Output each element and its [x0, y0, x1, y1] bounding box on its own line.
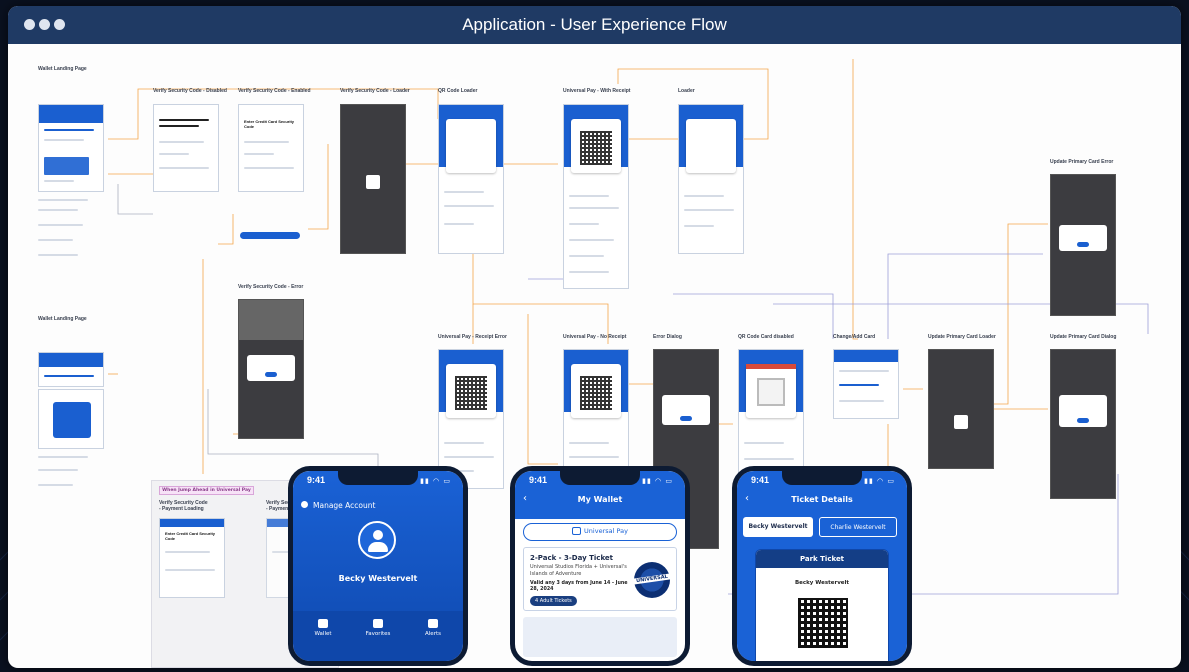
tab-guest-2[interactable]: Charlie Westervelt: [819, 517, 897, 537]
label-verify-error: Verify Security Code - Error: [238, 284, 304, 290]
tab-wallet[interactable]: Wallet: [303, 619, 343, 637]
user-name: Becky Westervelt: [338, 574, 418, 583]
tab-guest-1[interactable]: Becky Westervelt: [743, 517, 813, 537]
label-update-primary-loader: Update Primary Card Loader: [928, 334, 996, 340]
ticket-card[interactable]: 2-Pack - 3-Day Ticket Universal Studios …: [523, 547, 677, 611]
park-ticket-header: Park Ticket: [756, 550, 888, 568]
status-icons: ▮▮ ◠ ▭: [864, 477, 895, 485]
phone-ticket-details: 9:41 ▮▮ ◠ ▭ ‹ Ticket Details Becky Weste…: [732, 466, 912, 666]
status-time: 9:41: [307, 475, 326, 485]
gear-icon[interactable]: [301, 501, 308, 508]
label-verify-payment-loading-1: Verify Security Code - Payment Loading: [159, 500, 208, 512]
ticket-validity: Valid any 3 days from June 14 - June 28,…: [530, 581, 628, 593]
phone-profile: 9:41 ▮▮ ◠ ▭ Manage Account Becky Westerv…: [288, 466, 468, 666]
tab-bar: Wallet Favorites Alerts: [293, 611, 463, 661]
ticket-holder-name: Becky Westervelt: [794, 580, 850, 586]
label-update-primary-dialog: Update Primary Card Dialog: [1050, 334, 1117, 340]
screen-verify-error[interactable]: [238, 299, 304, 439]
bell-icon: [428, 619, 438, 628]
screen-change-add-card[interactable]: [833, 349, 899, 419]
label-universal-pay-receipt-error: Universal Pay - Receipt Error: [438, 334, 507, 340]
screen-verify-enabled[interactable]: Enter Credit Card Security Code: [238, 104, 304, 192]
qr-code: [798, 598, 848, 648]
label-loader: Loader: [678, 88, 695, 94]
screen-universal-pay-receipt[interactable]: [563, 104, 629, 289]
page-title: My Wallet: [577, 495, 623, 504]
universal-pay-icon: [572, 527, 582, 535]
ticket-card-2[interactable]: [523, 617, 677, 657]
label-verify-loader: Verify Security Code - Loader: [340, 88, 410, 94]
screen-card-art[interactable]: [38, 389, 104, 449]
ticket-count-badge: 4 Adult Tickets: [530, 596, 577, 606]
manage-account-link[interactable]: Manage Account: [313, 501, 375, 510]
status-icons: ▮▮ ◠ ▭: [642, 477, 673, 485]
status-icons: ▮▮ ◠ ▭: [420, 477, 451, 485]
screen-update-primary-loader[interactable]: [928, 349, 994, 469]
screen-loader[interactable]: [678, 104, 744, 254]
wallet-icon: [318, 619, 328, 628]
park-ticket-card[interactable]: Park Ticket Becky Westervelt: [755, 549, 889, 661]
status-time: 9:41: [529, 475, 548, 485]
label-qr-loader: QR Code Loader: [438, 88, 478, 94]
guest-tabs: Becky Westervelt Charlie Westervelt: [743, 517, 901, 539]
label-universal-pay-no-receipt: Universal Pay - No Receipt: [563, 334, 627, 340]
universal-logo: UNIVERSAL: [631, 562, 673, 598]
verify-button[interactable]: [240, 232, 300, 239]
label-wallet-landing-2: Wallet Landing Page: [38, 316, 87, 322]
screen-verify-loader[interactable]: [340, 104, 406, 254]
jump-ahead-banner: When Jump Ahead in Universal Pay: [159, 486, 254, 495]
avatar: [358, 521, 396, 559]
status-time: 9:41: [751, 475, 770, 485]
screen-verify-payment-loading-1[interactable]: Enter Credit Card Security Code: [159, 518, 225, 598]
screen-wallet-landing-1[interactable]: [38, 104, 104, 192]
heart-icon: [373, 619, 383, 628]
page-title: Ticket Details: [791, 495, 853, 504]
label-wallet-landing-1: Wallet Landing Page: [38, 66, 87, 72]
tab-alerts[interactable]: Alerts: [413, 619, 453, 637]
window-title: Application - User Experience Flow: [462, 15, 727, 34]
screen-wallet-landing-2[interactable]: [38, 352, 104, 387]
tab-favorites[interactable]: Favorites: [358, 619, 398, 637]
title-bar: Application - User Experience Flow: [8, 6, 1181, 44]
label-qr-card-disabled: QR Code Card disabled: [738, 334, 794, 340]
screen-update-primary-error[interactable]: [1050, 174, 1116, 316]
universal-pay-button[interactable]: Universal Pay: [523, 523, 677, 541]
label-change-add-card: Change/Add Card: [833, 334, 876, 340]
ticket-parks: Universal Studios Florida + Universal's …: [530, 564, 627, 577]
ticket-title: 2-Pack - 3-Day Ticket: [530, 554, 614, 562]
label-universal-pay-receipt: Universal Pay - With Receipt: [563, 88, 631, 94]
screen-verify-disabled[interactable]: [153, 104, 219, 192]
label-error-dialog: Error Dialog: [653, 334, 682, 340]
phone-wallet: 9:41 ▮▮ ◠ ▭ ‹ My Wallet Universal Pay 2-…: [510, 466, 690, 666]
label-update-primary-error: Update Primary Card Error: [1050, 159, 1114, 165]
screen-update-primary-dialog[interactable]: [1050, 349, 1116, 499]
screen-qr-loader[interactable]: [438, 104, 504, 254]
label-verify-enabled: Verify Security Code - Enabled: [238, 88, 311, 94]
label-verify-disabled: Verify Security Code - Disabled: [153, 88, 227, 94]
